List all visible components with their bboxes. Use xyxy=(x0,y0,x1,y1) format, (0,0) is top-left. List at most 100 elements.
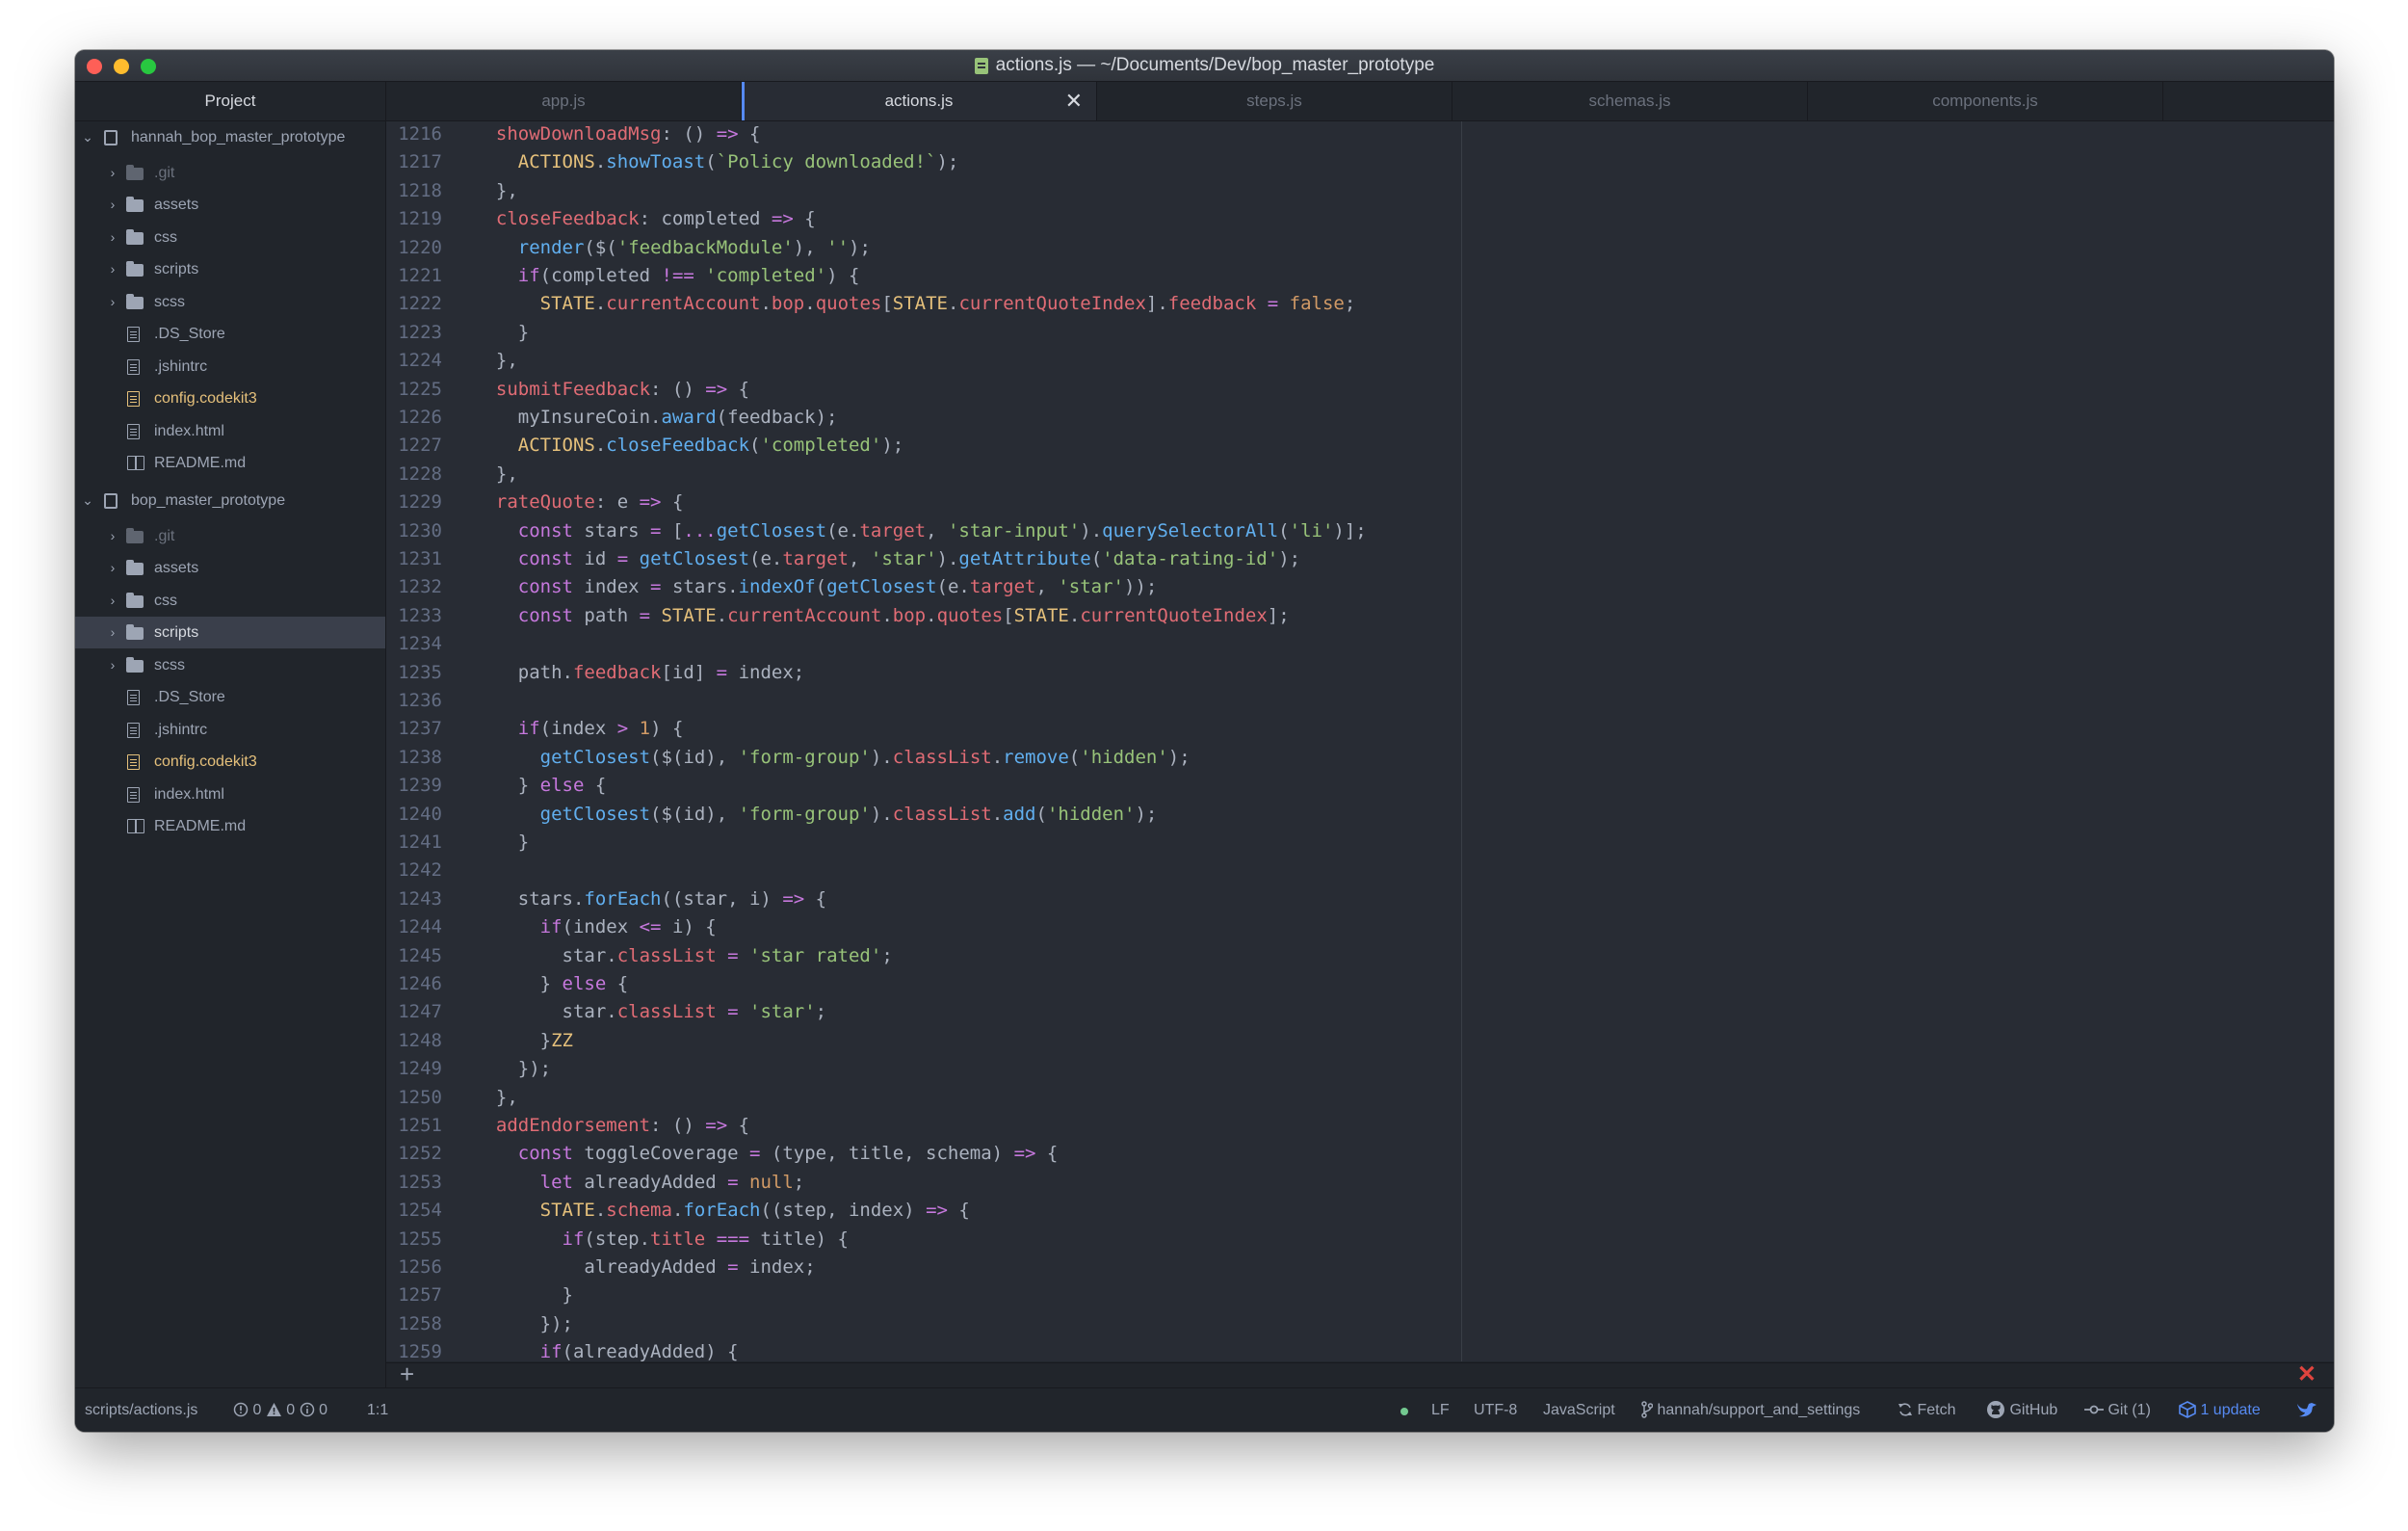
teletype-icon[interactable] xyxy=(2296,1401,2317,1418)
code-line[interactable]: submitFeedback: () => { xyxy=(474,376,749,404)
code-line[interactable]: stars.forEach((star, i) => { xyxy=(474,885,826,913)
tree-item-readme-md[interactable]: README.md xyxy=(75,447,385,479)
grammar-selector[interactable]: JavaScript xyxy=(1543,1388,1615,1432)
code-line[interactable]: STATE.currentAccount.bop.quotes[STATE.cu… xyxy=(474,290,1356,318)
tree-item-assets[interactable]: › assets xyxy=(75,189,385,221)
chevron-right-icon[interactable]: › xyxy=(106,286,119,318)
git-panel-button[interactable]: Git (1) xyxy=(2084,1388,2151,1432)
close-window-button[interactable] xyxy=(87,59,102,74)
chevron-right-icon[interactable]: › xyxy=(106,189,119,221)
code-line[interactable]: showDownloadMsg: () => { xyxy=(474,121,761,148)
tab-schemas-js[interactable]: schemas.js xyxy=(1453,82,1808,120)
package-updates-button[interactable]: 1 update xyxy=(2179,1388,2261,1432)
code-line[interactable]: const index = stars.indexOf(getClosest(e… xyxy=(474,573,1158,601)
branch-selector[interactable]: hannah/support_and_settings xyxy=(1641,1388,1860,1432)
chevron-right-icon[interactable]: › xyxy=(106,649,119,681)
encoding-selector[interactable]: UTF-8 xyxy=(1474,1388,1517,1432)
code-line[interactable]: STATE.schema.forEach((step, index) => { xyxy=(474,1197,970,1225)
code-line[interactable]: ACTIONS.closeFeedback('completed'); xyxy=(474,432,903,460)
code-line[interactable]: }, xyxy=(474,1084,518,1112)
code-line[interactable]: } xyxy=(474,1281,573,1309)
code-line[interactable]: star.classList = 'star rated'; xyxy=(474,942,893,970)
code-line[interactable]: }ZZ xyxy=(474,1027,573,1055)
tree-item-bop-master-prototype[interactable]: ⌄ bop_master_prototype xyxy=(75,485,385,516)
tree-item-css[interactable]: › css xyxy=(75,585,385,617)
tree-item-scripts[interactable]: › scripts xyxy=(75,253,385,285)
project-panel-header[interactable]: Project xyxy=(75,82,386,120)
chevron-right-icon[interactable]: › xyxy=(106,157,119,189)
code-line[interactable]: const path = STATE.currentAccount.bop.qu… xyxy=(474,602,1290,630)
tree-item-css[interactable]: › css xyxy=(75,222,385,253)
tree-item-ds-store[interactable]: .DS_Store xyxy=(75,318,385,350)
code-line[interactable]: if(completed !== 'completed') { xyxy=(474,262,860,290)
code-line[interactable]: if(index > 1) { xyxy=(474,715,684,743)
chevron-down-icon[interactable]: ⌄ xyxy=(81,121,94,153)
tree-item-config-codekit3[interactable]: config.codekit3 xyxy=(75,746,385,778)
tree-item-git[interactable]: › .git xyxy=(75,157,385,189)
chevron-right-icon[interactable]: › xyxy=(106,520,119,552)
code-line[interactable]: star.classList = 'star'; xyxy=(474,998,827,1026)
tree-item-jshintrc[interactable]: .jshintrc xyxy=(75,351,385,383)
code-line[interactable]: ACTIONS.showToast(`Policy downloaded!`); xyxy=(474,148,959,176)
tab-components-js[interactable]: components.js xyxy=(1808,82,2163,120)
chevron-down-icon[interactable]: ⌄ xyxy=(81,485,94,516)
chevron-right-icon[interactable]: › xyxy=(106,585,119,617)
chevron-right-icon[interactable]: › xyxy=(106,253,119,285)
line-ending-selector[interactable]: LF xyxy=(1431,1388,1450,1432)
code-line[interactable]: }, xyxy=(474,347,518,375)
tab-actions-js[interactable]: actions.js ✕ xyxy=(742,82,1097,120)
code-line[interactable]: } xyxy=(474,319,529,347)
code-editor[interactable]: 1216 1217 1218 1219 1220 1221 1222 1223 1224 1225… xyxy=(386,121,2334,1361)
code-line[interactable]: render($('feedbackModule'), ''); xyxy=(474,234,871,262)
code-line[interactable]: myInsureCoin.award(feedback); xyxy=(474,404,838,432)
zoom-window-button[interactable] xyxy=(141,59,156,74)
code-line[interactable]: addEndorsement: () => { xyxy=(474,1112,749,1140)
code-line[interactable]: alreadyAdded = index; xyxy=(474,1254,815,1281)
code-line[interactable]: const stars = [...getClosest(e.target, '… xyxy=(474,517,1367,545)
code-line[interactable]: getClosest($(id), 'form-group').classLis… xyxy=(474,744,1191,772)
tree-item-readme-md[interactable]: README.md xyxy=(75,810,385,842)
chevron-right-icon[interactable]: › xyxy=(106,222,119,253)
code-line[interactable]: }); xyxy=(474,1310,573,1338)
close-dock-icon[interactable]: ✕ xyxy=(2297,1360,2316,1389)
tree-item-index-html[interactable]: index.html xyxy=(75,779,385,810)
minimize-window-button[interactable] xyxy=(114,59,129,74)
code-line[interactable]: if(index <= i) { xyxy=(474,913,717,941)
code-line[interactable]: }); xyxy=(474,1055,551,1083)
status-file-path[interactable]: scripts/actions.js xyxy=(85,1388,197,1432)
code-line[interactable]: let alreadyAdded = null; xyxy=(474,1169,805,1197)
tree-item-scripts[interactable]: › scripts xyxy=(75,617,385,648)
tree-item-jshintrc[interactable]: .jshintrc xyxy=(75,714,385,746)
tree-item-ds-store[interactable]: .DS_Store xyxy=(75,681,385,713)
code-line[interactable]: rateQuote: e => { xyxy=(474,488,684,516)
chevron-right-icon[interactable]: › xyxy=(106,617,119,648)
code-line[interactable]: }, xyxy=(474,461,518,488)
close-tab-icon[interactable]: ✕ xyxy=(1065,82,1083,120)
tab-app-js[interactable]: app.js xyxy=(386,82,742,120)
tree-item-index-html[interactable]: index.html xyxy=(75,415,385,447)
fetch-button[interactable]: Fetch xyxy=(1898,1388,1955,1432)
code-line[interactable]: path.feedback[id] = index; xyxy=(474,659,804,687)
code-line[interactable]: } else { xyxy=(474,772,607,800)
code-line[interactable]: if(alreadyAdded) { xyxy=(474,1338,739,1361)
diagnostics-summary[interactable]: 0 0 0 xyxy=(233,1388,327,1432)
code-line[interactable]: }, xyxy=(474,177,518,205)
add-panel-icon[interactable]: + xyxy=(400,1359,414,1388)
cursor-position[interactable]: 1:1 xyxy=(367,1388,388,1432)
code-line[interactable]: } xyxy=(474,829,529,857)
tree-item-config-codekit3[interactable]: config.codekit3 xyxy=(75,383,385,414)
tree-item-scss[interactable]: › scss xyxy=(75,286,385,318)
tree-item-scss[interactable]: › scss xyxy=(75,649,385,681)
code-line[interactable]: if(step.title === title) { xyxy=(474,1226,849,1254)
code-line[interactable]: const id = getClosest(e.target, 'star').… xyxy=(474,545,1300,573)
tree-item-assets[interactable]: › assets xyxy=(75,552,385,584)
code-line[interactable]: } else { xyxy=(474,970,629,998)
tree-item-hannah-bop-master-prototype[interactable]: ⌄ hannah_bop_master_prototype xyxy=(75,121,385,153)
tree-item-git[interactable]: › .git xyxy=(75,520,385,552)
tab-steps-js[interactable]: steps.js xyxy=(1097,82,1453,120)
code-line[interactable]: getClosest($(id), 'form-group').classLis… xyxy=(474,801,1158,829)
github-panel-button[interactable]: GitHub xyxy=(1986,1388,2057,1432)
code-line[interactable]: closeFeedback: completed => { xyxy=(474,205,816,233)
code-line[interactable]: const toggleCoverage = (type, title, sch… xyxy=(474,1140,1059,1168)
chevron-right-icon[interactable]: › xyxy=(106,552,119,584)
